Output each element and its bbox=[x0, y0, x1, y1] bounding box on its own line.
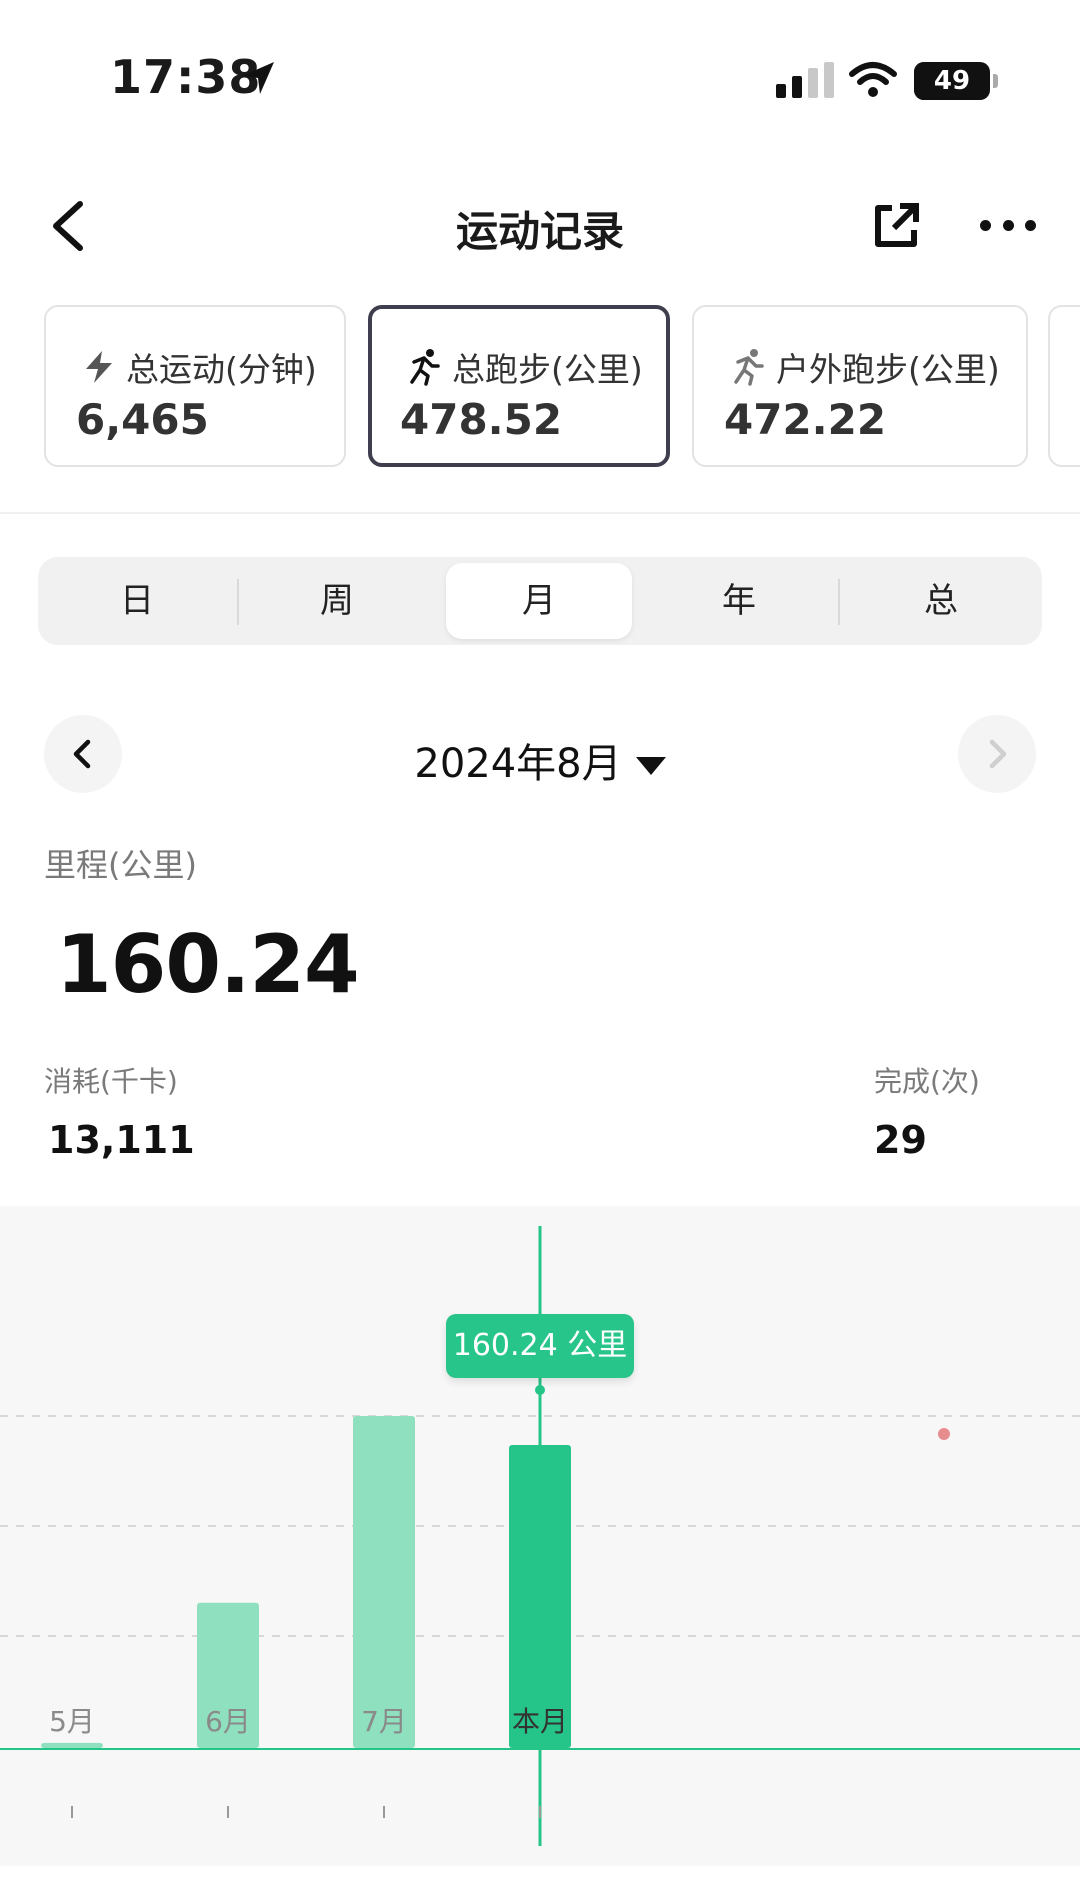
tab-year[interactable]: 年 bbox=[646, 563, 832, 639]
dot-icon bbox=[1002, 219, 1014, 231]
count-label: 完成(次) bbox=[874, 1065, 980, 1098]
card-label-row: 户外跑步(公里) bbox=[730, 343, 1000, 391]
outdoor-runner-icon bbox=[734, 349, 764, 386]
segment-separator bbox=[237, 579, 239, 625]
caret-down-icon bbox=[635, 757, 666, 775]
more-button[interactable] bbox=[980, 200, 1036, 250]
period-segment-control: 日 周 月 年 总 bbox=[38, 557, 1042, 645]
month-label-text: 2024年8月 bbox=[414, 741, 622, 787]
calorie-label: 消耗(千卡) bbox=[44, 1065, 178, 1098]
tab-month[interactable]: 月 bbox=[446, 563, 632, 639]
calorie-value: 13,111 bbox=[48, 1118, 195, 1162]
cellular-signal-icon bbox=[776, 62, 834, 98]
battery-percent: 49 bbox=[933, 66, 971, 96]
chart-tooltip: 160.24 公里 bbox=[446, 1314, 634, 1378]
x-tick-label: 5月 bbox=[49, 1705, 95, 1738]
segment-separator bbox=[838, 579, 840, 625]
card-label: 总跑步(公里) bbox=[452, 350, 643, 389]
next-month-button[interactable] bbox=[958, 715, 1036, 793]
month-selector: 2024年8月 bbox=[0, 715, 1080, 795]
status-bar: 17:38 49 bbox=[0, 0, 1080, 160]
x-tick-label: 6月 bbox=[205, 1705, 251, 1738]
marker-dot bbox=[938, 1428, 950, 1440]
card-label-row: 总跑步(公里) bbox=[406, 343, 643, 391]
dot-icon bbox=[1025, 219, 1036, 231]
wifi-icon bbox=[849, 62, 897, 97]
card-total-exercise[interactable]: 总运动(分钟) 6,465 bbox=[44, 305, 346, 467]
count-value: 29 bbox=[874, 1118, 927, 1162]
lightning-icon bbox=[86, 351, 112, 383]
bar-5月[interactable] bbox=[41, 1742, 103, 1748]
battery-indicator: 49 bbox=[914, 62, 998, 100]
tab-week[interactable]: 周 bbox=[244, 563, 430, 639]
location-arrow-icon bbox=[242, 62, 274, 94]
month-dropdown[interactable]: 2024年8月 bbox=[0, 731, 1080, 789]
summary-cards: 总运动(分钟) 6,465 总跑步(公里) 478.52 户外跑步(公里) 47… bbox=[0, 305, 1080, 471]
card-value: 478.52 bbox=[400, 395, 563, 444]
card-total-running[interactable]: 总跑步(公里) 478.52 bbox=[368, 305, 670, 467]
card-label: 总运动(分钟) bbox=[126, 350, 317, 389]
tab-total[interactable]: 总 bbox=[848, 563, 1034, 639]
x-tick-label: 本月 bbox=[511, 1705, 568, 1738]
runner-icon bbox=[410, 349, 440, 386]
share-button[interactable] bbox=[872, 200, 922, 250]
distance-value: 160.24 bbox=[56, 918, 360, 1011]
card-value: 6,465 bbox=[76, 395, 209, 444]
monthly-distance-chart[interactable]: 160.24 公里 5月 6月 7月 本月 bbox=[0, 1206, 1080, 1866]
dot-icon bbox=[980, 219, 991, 231]
nav-bar: 运动记录 bbox=[0, 180, 1080, 260]
chart-canvas bbox=[0, 1226, 1080, 1846]
tooltip-anchor-dot bbox=[535, 1385, 545, 1395]
bar-7月[interactable] bbox=[353, 1416, 415, 1748]
card-value: 472.22 bbox=[724, 395, 887, 444]
card-label: 户外跑步(公里) bbox=[776, 350, 1000, 389]
tab-day[interactable]: 日 bbox=[44, 563, 230, 639]
card-label-row: 总运动(分钟) bbox=[82, 343, 317, 391]
chevron-right-icon bbox=[989, 739, 1007, 769]
x-tick-label: 7月 bbox=[361, 1705, 407, 1738]
section-divider bbox=[0, 512, 1080, 514]
distance-label: 里程(公里) bbox=[44, 846, 197, 884]
card-outdoor-running[interactable]: 户外跑步(公里) 472.22 bbox=[692, 305, 1028, 467]
card-next-partial[interactable] bbox=[1048, 305, 1080, 467]
